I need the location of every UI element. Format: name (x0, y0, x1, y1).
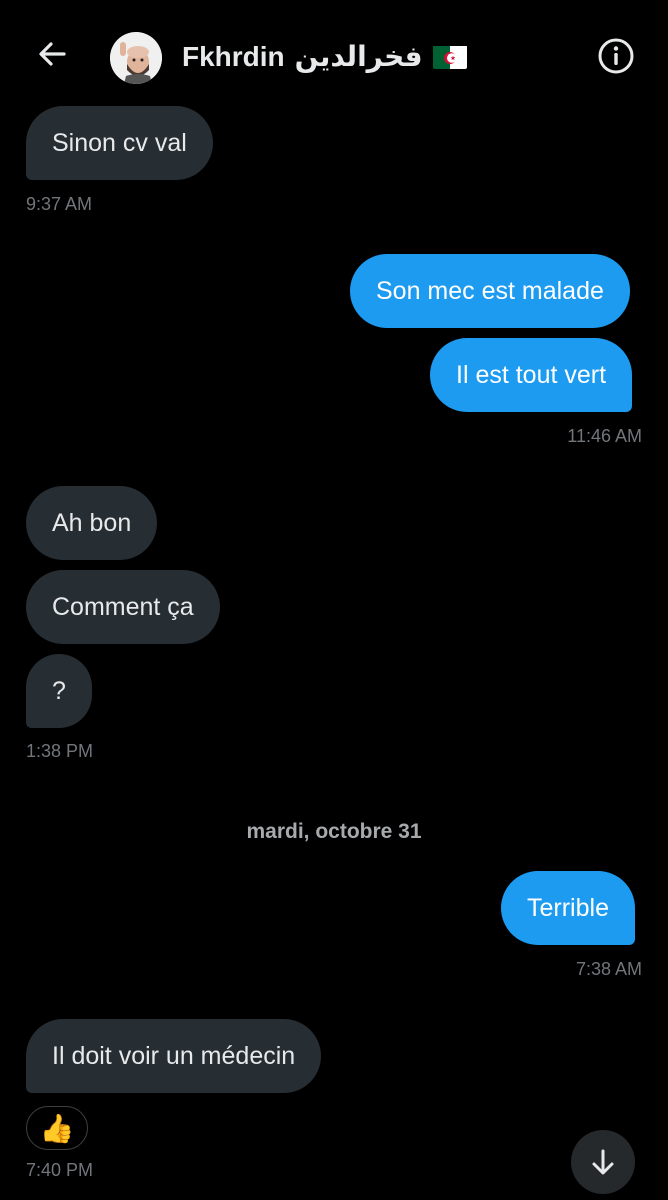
message-bubble-incoming[interactable]: Sinon cv val (26, 106, 213, 180)
memoji-avatar-icon (110, 32, 162, 84)
message-bubble-incoming[interactable]: Il doit voir un médecin (26, 1019, 322, 1093)
scroll-to-bottom-button[interactable] (571, 1130, 635, 1194)
arrow-left-icon (39, 42, 66, 66)
date-separator: mardi, octobre 31 (246, 820, 422, 843)
info-button[interactable] (596, 36, 636, 76)
message-timestamp: 1:38 PM (26, 741, 94, 761)
arrow-down-icon (592, 1149, 614, 1175)
contact-name-arabic: فخرالدين (294, 41, 423, 72)
message-timestamp: 11:46 AM (567, 426, 642, 446)
message-bubble-incoming[interactable]: Comment ça (26, 570, 220, 644)
conversation-header: Fkhrdin فخرالدين (0, 0, 668, 108)
reaction-thumbs-up[interactable]: 👍 (26, 1106, 88, 1150)
message-bubble-outgoing[interactable]: Terrible (501, 871, 635, 945)
message-bubble-outgoing[interactable]: Il est tout vert (430, 338, 633, 412)
contact-name[interactable]: Fkhrdin فخرالدين (182, 40, 467, 73)
algeria-flag-icon (432, 45, 467, 69)
info-icon (598, 38, 634, 74)
back-button[interactable] (28, 30, 76, 78)
message-timestamp: 7:38 AM (575, 959, 642, 979)
message-timestamp: 7:40 PM (26, 1160, 94, 1180)
message-timestamp: 9:37 AM (26, 194, 93, 214)
message-bubble-incoming[interactable]: Ah bon (26, 486, 158, 560)
message-bubble-incoming[interactable]: ? (26, 654, 92, 728)
contact-name-latin: Fkhrdin (182, 40, 285, 72)
message-bubble-outgoing[interactable]: Son mec est malade (350, 254, 630, 328)
thumbs-up-icon: 👍 (39, 1112, 75, 1144)
avatar[interactable] (110, 32, 162, 84)
